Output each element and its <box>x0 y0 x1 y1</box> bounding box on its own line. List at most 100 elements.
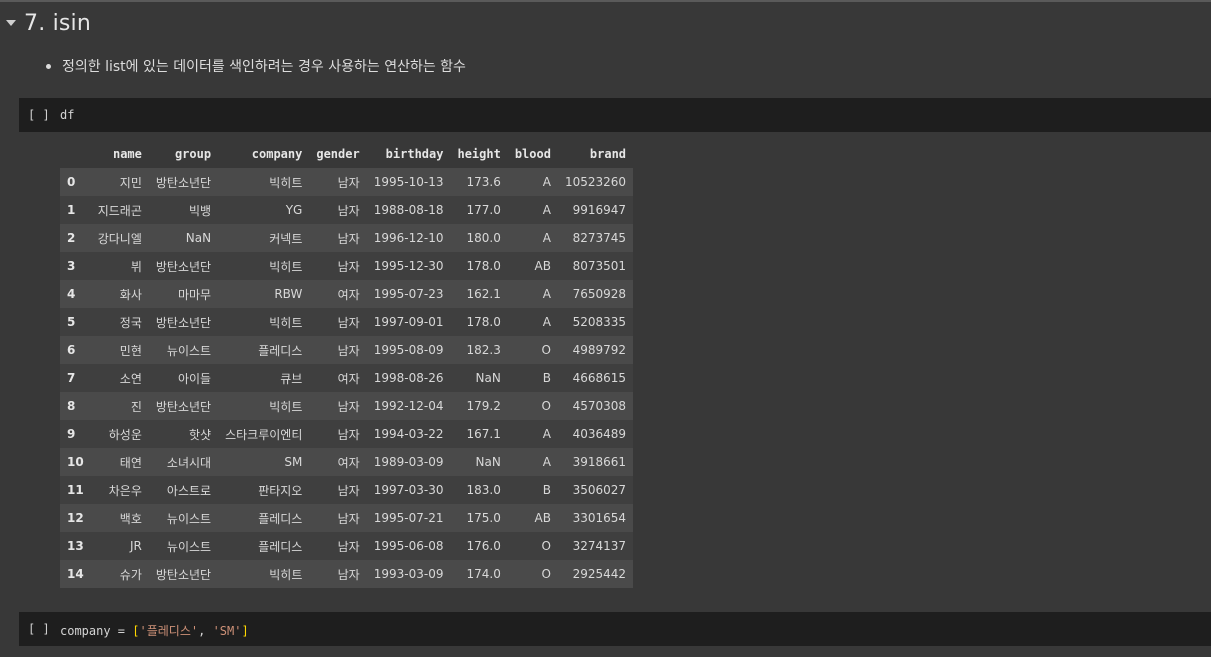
column-header-height: height <box>450 140 508 168</box>
cell-group: 방탄소년단 <box>155 259 212 274</box>
table-row: 12 백호 뉴이스트 플레디스 남자 1995-07-21 175.0 AB 3301654 <box>60 504 634 532</box>
cell-blood: A <box>542 203 551 217</box>
cell-brand: 3274137 <box>572 539 627 553</box>
code-variable: company <box>60 624 111 638</box>
cell-name: 지민 <box>119 175 142 190</box>
code-bracket-open: [ <box>132 624 140 638</box>
section-header[interactable]: 7. isin <box>0 4 1211 42</box>
cell-company: 플레디스 <box>258 343 303 358</box>
cell-gender: 여자 <box>337 371 360 386</box>
cell-birthday: 1995-10-13 <box>373 175 444 189</box>
cell-gender: 여자 <box>337 455 360 470</box>
column-header-name: name <box>90 140 149 168</box>
cell-birthday: 1993-03-09 <box>373 567 444 581</box>
row-index: 1 <box>67 203 76 217</box>
cell-company: 빅히트 <box>269 399 303 414</box>
cell-company: 플레디스 <box>258 539 303 554</box>
table-row: 10 태연 소녀시대 SM 여자 1989-03-09 NaN A 3918661 <box>60 448 634 476</box>
cell-blood: O <box>541 567 551 581</box>
column-header-birthday: birthday <box>366 140 451 168</box>
cell-blood: A <box>542 315 551 329</box>
row-index: 11 <box>67 483 84 497</box>
cell-name: 뷔 <box>130 259 142 274</box>
cell-birthday: 1995-12-30 <box>373 259 444 273</box>
cell-name: 하성운 <box>108 427 142 442</box>
cell-brand: 7650928 <box>572 287 627 301</box>
code-text[interactable]: company = ['플레디스', 'SM'] <box>60 622 249 639</box>
cell-name: 소연 <box>119 371 142 386</box>
code-comma: , <box>198 624 213 638</box>
cell-blood: O <box>541 343 551 357</box>
row-index: 3 <box>67 259 76 273</box>
table-row: 4 화사 마마무 RBW 여자 1995-07-23 162.1 A 7650928 <box>60 280 634 308</box>
cell-group: 아이들 <box>177 371 212 386</box>
table-row: 3 뷔 방탄소년단 빅히트 남자 1995-12-30 178.0 AB 8073501 <box>60 252 634 280</box>
cell-blood: B <box>542 371 551 385</box>
bullet-text: 정의한 list에 있는 데이터를 색인하려는 경우 사용하는 연산하는 함수 <box>62 59 466 75</box>
column-header-blood: blood <box>507 140 558 168</box>
code-text[interactable]: df <box>60 108 74 122</box>
cell-group: 방탄소년단 <box>155 399 212 414</box>
code-string: 'SM' <box>212 624 242 638</box>
table-row: 11 차은우 아스트로 판타지오 남자 1997-03-30 183.0 B 3506027 <box>60 476 634 504</box>
cell-name: 백호 <box>119 511 142 526</box>
cell-blood: A <box>542 427 551 441</box>
cell-birthday: 1995-07-23 <box>373 287 444 301</box>
dataframe-table: name group company gender birthday height bloo… <box>60 140 634 588</box>
cell-name: 슈가 <box>119 567 142 582</box>
cell-company: 빅히트 <box>269 567 303 582</box>
cell-company: SM <box>284 455 303 469</box>
cell-height: 178.0 <box>466 259 501 273</box>
run-cell-button[interactable]: [ ] <box>28 108 50 122</box>
table-header-row: name group company gender birthday height bloo… <box>60 140 634 168</box>
cell-height: 167.1 <box>466 427 501 441</box>
row-index: 14 <box>67 567 84 581</box>
cell-company: 큐브 <box>280 371 303 386</box>
cell-birthday: 1997-03-30 <box>373 483 444 497</box>
index-header <box>60 140 91 168</box>
cell-group: 뉴이스트 <box>166 511 212 526</box>
code-cell-df[interactable]: [ ] df <box>19 98 1211 132</box>
cell-name: 강다니엘 <box>97 231 142 246</box>
cell-birthday: 1994-03-22 <box>373 427 444 441</box>
table-row: 8 진 방탄소년단 빅히트 남자 1992-12-04 179.2 O 4570308 <box>60 392 634 420</box>
cell-blood: O <box>541 399 551 413</box>
row-index: 5 <box>67 315 76 329</box>
cell-height: 178.0 <box>466 315 501 329</box>
code-cell-company[interactable]: [ ] company = ['플레디스', 'SM'] <box>19 612 1211 646</box>
cell-gender: 남자 <box>337 315 360 330</box>
row-index: 13 <box>67 539 84 553</box>
row-index: 6 <box>67 343 76 357</box>
cell-company: 커넥트 <box>269 231 303 246</box>
cell-company: RBW <box>274 287 303 301</box>
cell-blood: A <box>542 287 551 301</box>
table-row: 14 슈가 방탄소년단 빅히트 남자 1993-03-09 174.0 O 2925442 <box>60 560 634 588</box>
row-index: 12 <box>67 511 84 525</box>
cell-group: 뉴이스트 <box>166 539 212 554</box>
cell-blood: A <box>542 175 551 189</box>
cell-group: 뉴이스트 <box>166 343 212 358</box>
cell-brand: 9916947 <box>572 203 627 217</box>
cell-brand: 3301654 <box>572 511 627 525</box>
cell-birthday: 1995-08-09 <box>373 343 444 357</box>
cell-height: 182.3 <box>466 343 501 357</box>
cell-brand: 3506027 <box>572 483 627 497</box>
cell-height: 162.1 <box>466 287 501 301</box>
cell-birthday: 1989-03-09 <box>373 455 444 469</box>
cell-gender: 남자 <box>337 539 360 554</box>
cell-brand: 3918661 <box>572 455 627 469</box>
cell-blood: O <box>541 539 551 553</box>
collapse-caret-icon[interactable] <box>6 20 16 26</box>
cell-blood: AB <box>534 259 551 273</box>
cell-brand: 4570308 <box>572 399 627 413</box>
cell-gender: 남자 <box>337 483 360 498</box>
cell-company: YG <box>285 203 303 217</box>
cell-gender: 남자 <box>337 231 360 246</box>
cell-gender: 남자 <box>337 399 360 414</box>
cell-company: 플레디스 <box>258 511 303 526</box>
cell-birthday: 1996-12-10 <box>373 231 444 245</box>
cell-company: 판타지오 <box>258 483 303 498</box>
cell-brand: 4989792 <box>572 343 627 357</box>
run-cell-button[interactable]: [ ] <box>28 622 50 636</box>
cell-height: 176.0 <box>466 539 501 553</box>
